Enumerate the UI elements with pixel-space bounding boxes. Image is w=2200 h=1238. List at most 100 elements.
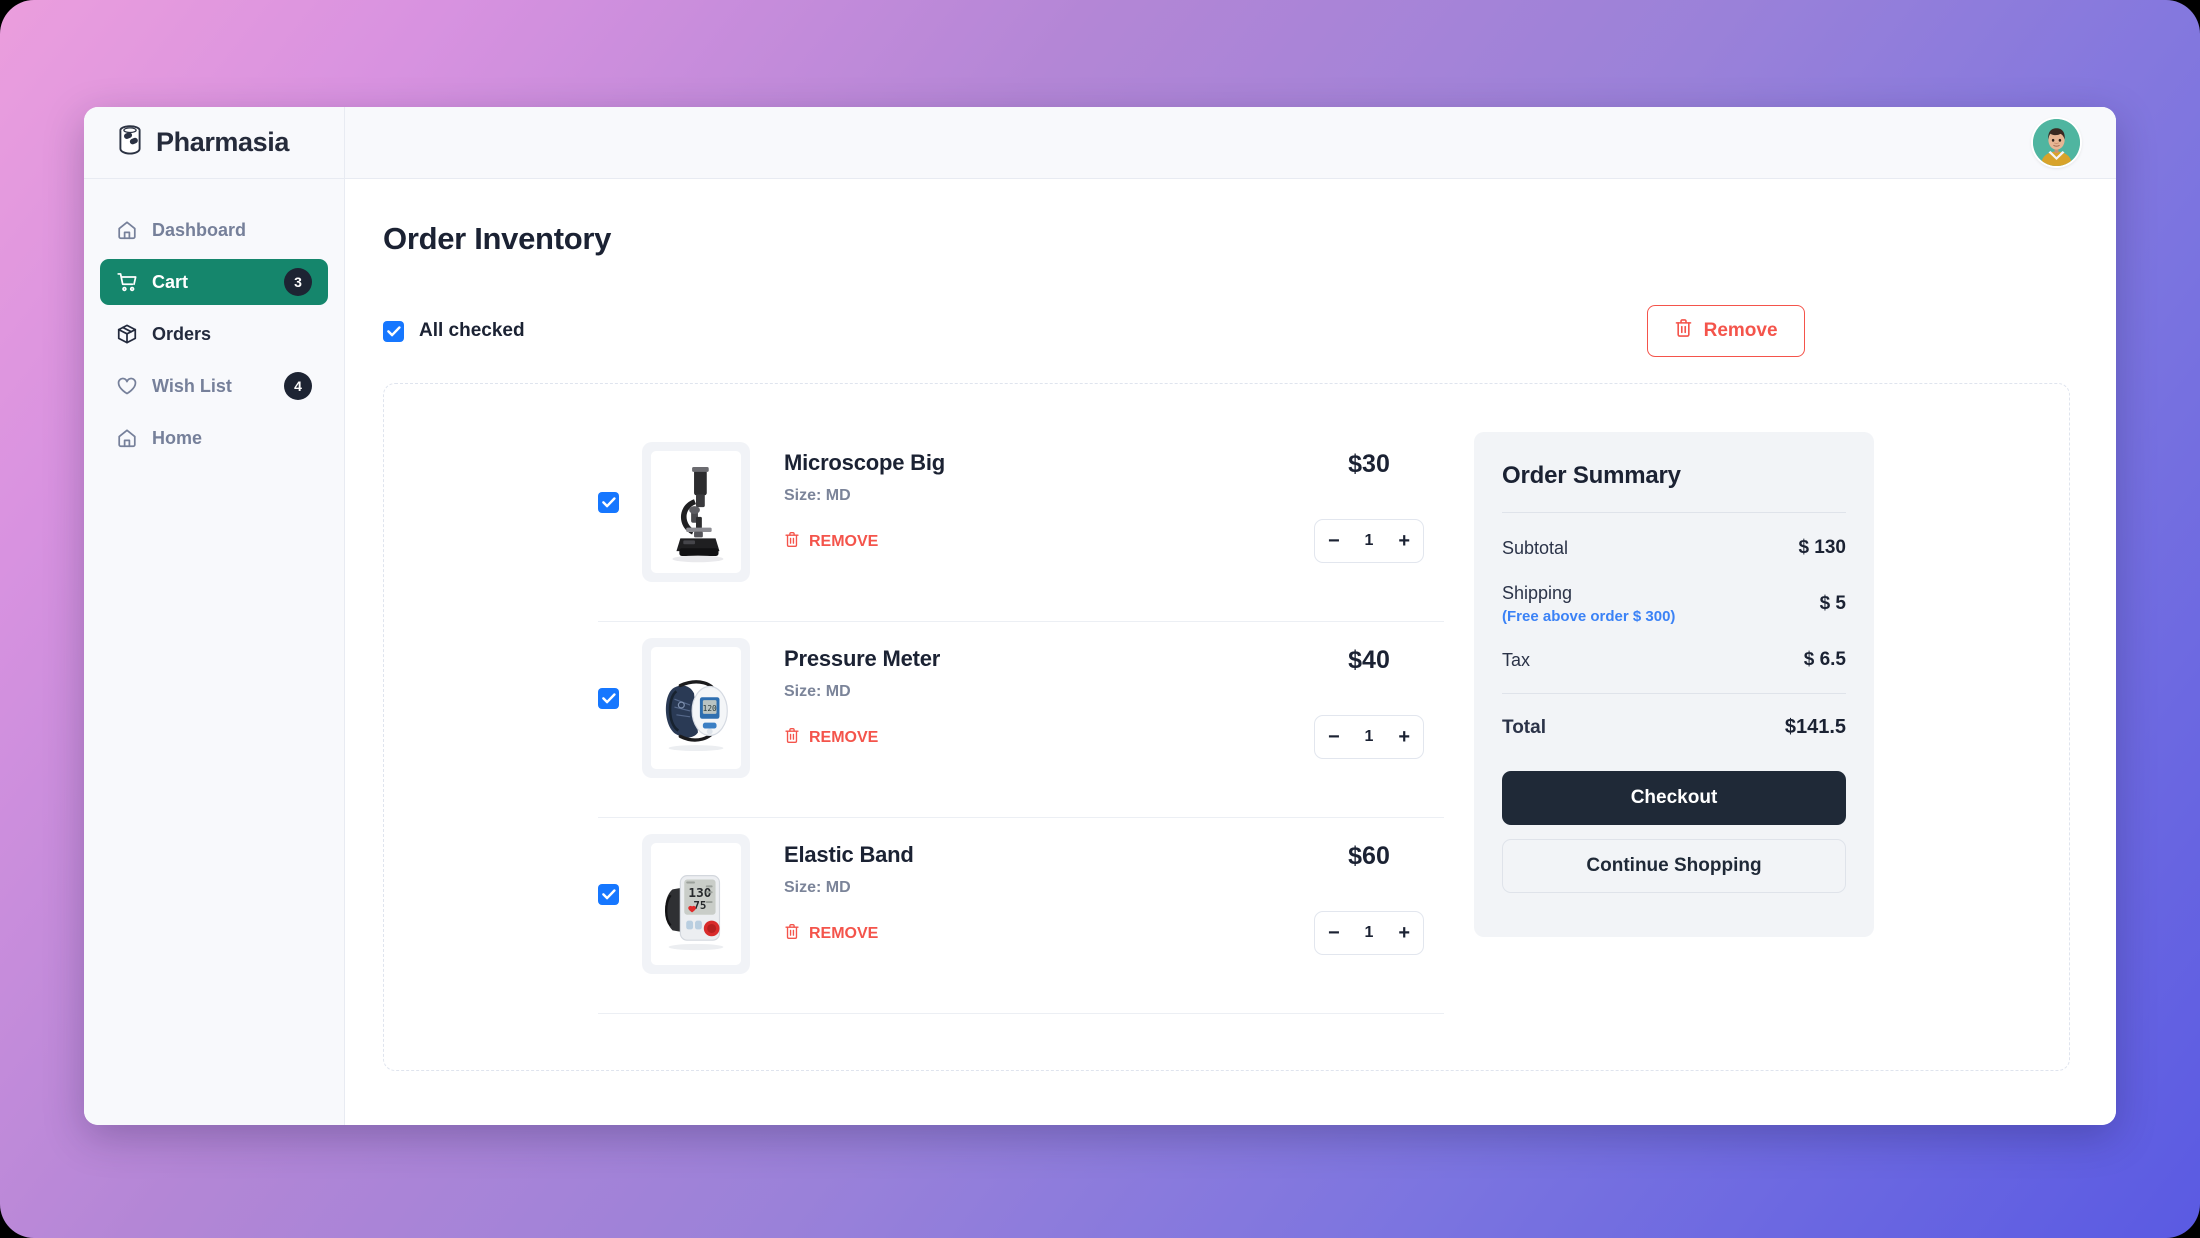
- cart-row-check-cell: [598, 638, 636, 709]
- continue-shopping-button[interactable]: Continue Shopping: [1502, 839, 1846, 893]
- cart-item-controls: $30 − 1 +: [1294, 442, 1444, 563]
- svg-text:120: 120: [703, 704, 717, 713]
- quantity-increase-button[interactable]: +: [1398, 923, 1410, 943]
- sidebar-item-label: Cart: [152, 271, 189, 292]
- all-checked-control[interactable]: All checked: [383, 320, 525, 342]
- product-name: Microscope Big: [784, 450, 946, 475]
- divider: [1502, 693, 1846, 694]
- cart-item-list: Microscope Big Size: MD REMOVE $30 − 1 +…: [598, 426, 1444, 1070]
- trash-icon: [1674, 318, 1693, 344]
- sidebar-item-home[interactable]: Home: [100, 415, 328, 461]
- divider: [1502, 512, 1846, 513]
- cart-row-check-cell: [598, 834, 636, 905]
- brand-name: Pharmasia: [156, 127, 289, 157]
- sidebar-item-label: Wish List: [152, 375, 232, 396]
- quantity-decrease-button[interactable]: −: [1328, 531, 1340, 551]
- action-bar: All checked Remove: [383, 305, 2070, 357]
- quantity-increase-button[interactable]: +: [1398, 727, 1410, 747]
- sidebar-badge-cart: 3: [284, 268, 312, 296]
- sidebar-item-label: Home: [152, 427, 203, 448]
- quantity-decrease-button[interactable]: −: [1328, 923, 1340, 943]
- quantity-stepper[interactable]: − 1 +: [1314, 911, 1424, 955]
- sidebar: Dashboard Cart 3 Orders Wish List 4 Home: [84, 179, 345, 1125]
- sidebar-item-cart[interactable]: Cart 3: [100, 259, 328, 305]
- cart-item-thumbnail[interactable]: [642, 442, 750, 582]
- quantity-increase-button[interactable]: +: [1398, 531, 1410, 551]
- shipping-note: (Free above order $ 300): [1502, 608, 1676, 625]
- trash-icon: [784, 727, 800, 749]
- total-value: $141.5: [1784, 716, 1846, 738]
- application-window: Pharmasia Dashboard Cart 3 Orders Wish L…: [84, 107, 2116, 1125]
- microscope-image: [651, 451, 741, 573]
- trash-icon: [784, 531, 800, 553]
- remove-item-button[interactable]: REMOVE: [784, 923, 878, 945]
- avatar[interactable]: [2033, 119, 2080, 166]
- pill-jar-icon: [115, 124, 145, 161]
- top-bar: Pharmasia: [84, 107, 2116, 179]
- sidebar-item-dashboard[interactable]: Dashboard: [100, 207, 328, 253]
- remove-all-label: Remove: [1703, 320, 1778, 341]
- tax-value: $ 6.5: [1803, 649, 1846, 670]
- shipping-label-group: Shipping (Free above order $ 300): [1502, 583, 1675, 625]
- cart-row: Microscope Big Size: MD REMOVE $30 − 1 +: [598, 426, 1444, 622]
- order-summary-panel: Order Summary Subtotal $ 130 Shipping (F…: [1474, 432, 1874, 937]
- quantity-stepper[interactable]: − 1 +: [1314, 519, 1424, 563]
- brand-logo-area[interactable]: Pharmasia: [84, 107, 345, 178]
- home-icon: [116, 427, 138, 449]
- cart-item-checkbox[interactable]: [598, 492, 619, 513]
- wrist-blood-pressure-monitor-image: 130 75: [651, 843, 741, 965]
- product-name: Pressure Meter: [784, 646, 941, 671]
- summary-row-shipping: Shipping (Free above order $ 300) $ 5: [1502, 583, 1846, 625]
- cart-item-thumbnail[interactable]: 120: [642, 638, 750, 778]
- blood-pressure-monitor-image: 120: [651, 647, 741, 769]
- product-price: $40: [1348, 646, 1390, 674]
- remove-item-button[interactable]: REMOVE: [784, 531, 878, 553]
- remove-item-label: REMOVE: [809, 533, 879, 550]
- trash-icon: [784, 923, 800, 945]
- order-summary-title: Order Summary: [1502, 462, 1681, 489]
- quantity-value: 1: [1364, 728, 1374, 745]
- sidebar-badge-wish-list: 4: [284, 372, 312, 400]
- quantity-decrease-button[interactable]: −: [1328, 727, 1340, 747]
- cart-item-checkbox[interactable]: [598, 884, 619, 905]
- cart-item-thumbnail[interactable]: 130 75: [642, 834, 750, 974]
- quantity-stepper[interactable]: − 1 +: [1314, 715, 1424, 759]
- subtotal-label: Subtotal: [1502, 537, 1569, 558]
- shipping-label: Shipping: [1502, 583, 1573, 603]
- home-icon: [116, 219, 138, 241]
- product-size: Size: MD: [784, 683, 851, 700]
- cart-item-info: Elastic Band Size: MD REMOVE: [750, 834, 1294, 945]
- cart-item-controls: $60 − 1 +: [1294, 834, 1444, 955]
- summary-row-total: Total $141.5: [1502, 716, 1846, 739]
- sidebar-item-label: Orders: [152, 323, 212, 344]
- remove-all-button[interactable]: Remove: [1646, 305, 1805, 357]
- all-checked-label: All checked: [419, 320, 525, 341]
- remove-item-button[interactable]: REMOVE: [784, 727, 878, 749]
- top-bar-right: [345, 107, 2116, 178]
- cart-row-check-cell: [598, 442, 636, 513]
- main-content: Order Inventory All checked Remove Micro…: [345, 179, 2116, 1125]
- remove-item-label: REMOVE: [809, 729, 879, 746]
- heart-icon: [116, 375, 138, 397]
- remove-item-label: REMOVE: [809, 925, 879, 942]
- all-checked-checkbox[interactable]: [383, 320, 404, 342]
- window-body: Dashboard Cart 3 Orders Wish List 4 Home…: [84, 179, 2116, 1125]
- tax-label: Tax: [1502, 649, 1531, 670]
- shipping-value: $ 5: [1819, 593, 1846, 614]
- svg-text:75: 75: [693, 899, 706, 912]
- page-title: Order Inventory: [383, 221, 612, 256]
- cart-item-controls: $40 − 1 +: [1294, 638, 1444, 759]
- total-label: Total: [1502, 716, 1546, 738]
- shopping-cart-icon: [116, 271, 138, 293]
- cart-item-checkbox[interactable]: [598, 688, 619, 709]
- desktop-background: Pharmasia Dashboard Cart 3 Orders Wish L…: [0, 0, 2200, 1238]
- product-size: Size: MD: [784, 487, 851, 504]
- sidebar-item-orders[interactable]: Orders: [100, 311, 328, 357]
- cart-row: 130 75 Elastic Band Size: MD REMOVE $60 …: [598, 818, 1444, 1014]
- cart-row: 120 Pressure Meter Size: MD REMOVE $40 −…: [598, 622, 1444, 818]
- quantity-value: 1: [1364, 532, 1374, 549]
- cart-item-info: Pressure Meter Size: MD REMOVE: [750, 638, 1294, 749]
- checkout-button[interactable]: Checkout: [1502, 771, 1846, 825]
- sidebar-item-wish-list[interactable]: Wish List 4: [100, 363, 328, 409]
- quantity-value: 1: [1364, 924, 1374, 941]
